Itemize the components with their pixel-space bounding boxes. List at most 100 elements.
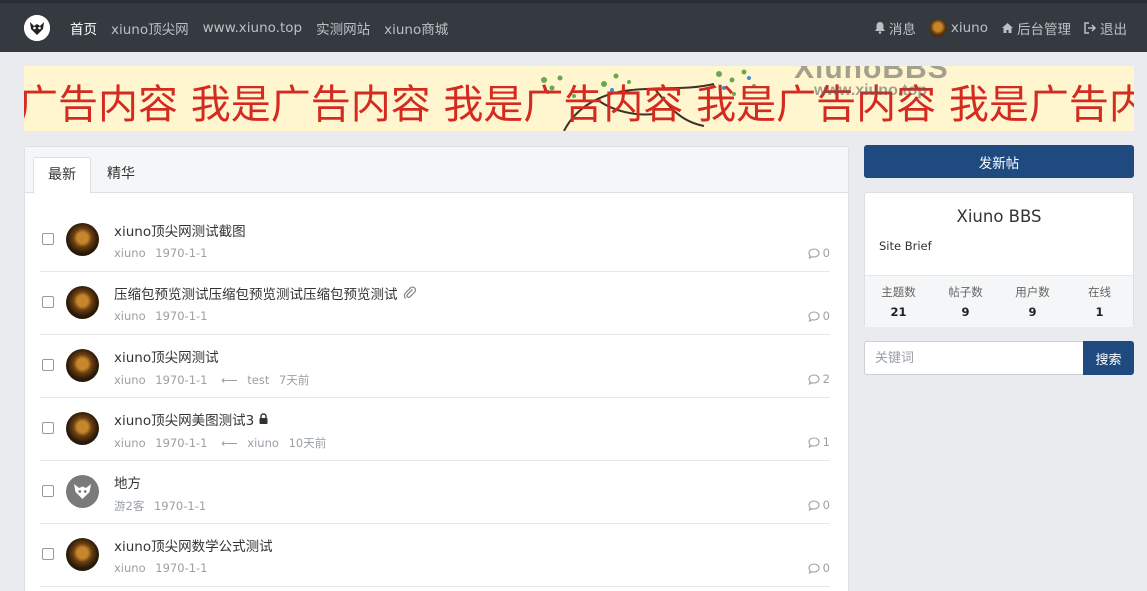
home-icon bbox=[1002, 22, 1013, 33]
avatar[interactable] bbox=[66, 223, 99, 256]
reply-count: 0 bbox=[808, 309, 830, 323]
thread-title[interactable]: xiuno顶尖网数学公式测试 bbox=[114, 535, 273, 555]
site-logo[interactable] bbox=[24, 15, 50, 41]
thread-checkbox[interactable] bbox=[42, 296, 54, 308]
thread-title[interactable]: xiuno顶尖网测试截图 bbox=[114, 220, 246, 240]
user-avatar bbox=[928, 18, 947, 37]
thread-date: 1970-1-1 bbox=[155, 309, 208, 323]
thread-row[interactable]: xiuno顶尖网美图测试3 xiuno 1970-1-1 ⟵ xiuno 10天… bbox=[40, 398, 830, 461]
thread-title[interactable]: 压缩包预览测试压缩包预览测试压缩包预览测试 bbox=[114, 283, 417, 303]
reply-count-value: 0 bbox=[822, 309, 830, 323]
stat-label: 主题数 bbox=[881, 285, 916, 299]
thread-date: 1970-1-1 bbox=[155, 246, 208, 260]
thread-author[interactable]: 游2客 bbox=[114, 499, 144, 513]
thread-row[interactable]: xiuno顶尖网测试截图 xiuno 1970-1-1 0 bbox=[40, 209, 830, 272]
last-reply-arrow-icon: ⟵ bbox=[221, 373, 238, 387]
thread-row[interactable]: xiuno顶尖网数学公式测试 xiuno 1970-1-1 0 bbox=[40, 524, 830, 587]
watermark-url: www.xiuno.top bbox=[814, 82, 928, 99]
ad-banner[interactable]: 我是广告内容 我是广告内容 我是广告内容 我是广告内容 我是广告内容 Xiuno… bbox=[24, 66, 1134, 131]
comment-icon bbox=[808, 247, 820, 259]
thread-list: xiuno顶尖网测试截图 xiuno 1970-1-1 0 压缩包预览测试压缩包… bbox=[40, 209, 830, 587]
thread-meta: xiuno 1970-1-1 bbox=[114, 309, 213, 323]
stat-users: 用户数 9 bbox=[999, 276, 1066, 327]
nav-admin[interactable]: 后台管理 bbox=[1001, 18, 1071, 38]
last-reply-time: 7天前 bbox=[279, 373, 310, 387]
thread-title[interactable]: xiuno顶尖网美图测试3 bbox=[114, 409, 269, 429]
tab-digest[interactable]: 精华 bbox=[93, 157, 149, 194]
nav-link-www-xiuno-top[interactable]: www.xiuno.top bbox=[203, 20, 302, 36]
thread-author[interactable]: xiuno bbox=[114, 246, 146, 260]
avatar[interactable] bbox=[66, 412, 99, 445]
stat-value: 21 bbox=[890, 305, 907, 319]
stat-label: 在线 bbox=[1088, 285, 1111, 299]
thread-row[interactable]: xiuno顶尖网测试 xiuno 1970-1-1 ⟵ test 7天前 2 bbox=[40, 335, 830, 398]
reply-count-value: 1 bbox=[822, 435, 830, 449]
guest-avatar[interactable] bbox=[66, 475, 99, 508]
comment-icon bbox=[808, 499, 820, 511]
reply-count: 1 bbox=[808, 435, 830, 449]
thread-meta: xiuno 1970-1-1 bbox=[114, 246, 213, 260]
avatar[interactable] bbox=[66, 286, 99, 319]
thread-checkbox[interactable] bbox=[42, 359, 54, 371]
thread-title-text: 地方 bbox=[114, 476, 141, 492]
sign-out-icon bbox=[1084, 21, 1097, 34]
stat-value: 9 bbox=[961, 305, 970, 319]
comment-icon bbox=[808, 373, 820, 385]
nav-logout[interactable]: 退出 bbox=[1084, 18, 1127, 38]
thread-meta: xiuno 1970-1-1 ⟵ test 7天前 bbox=[114, 372, 315, 388]
thread-title-text: xiuno顶尖网测试截图 bbox=[114, 224, 246, 240]
thread-row[interactable]: 地方 游2客 1970-1-1 0 bbox=[40, 461, 830, 524]
site-name: Xiuno BBS bbox=[956, 207, 1042, 226]
thread-meta: xiuno 1970-1-1 bbox=[114, 561, 213, 575]
nav-user-links: 消息 xiuno 后台管理 退出 bbox=[861, 3, 1127, 52]
thread-author[interactable]: xiuno bbox=[114, 373, 146, 387]
thread-checkbox[interactable] bbox=[42, 548, 54, 560]
thread-title-text: xiuno顶尖网美图测试3 bbox=[114, 413, 255, 429]
nav-link-xiuno-mall[interactable]: xiuno商城 bbox=[384, 18, 448, 38]
nav-messages[interactable]: 消息 bbox=[874, 18, 916, 38]
thread-checkbox[interactable] bbox=[42, 485, 54, 497]
thread-title-text: xiuno顶尖网测试 bbox=[114, 350, 219, 366]
lock-icon bbox=[259, 413, 268, 424]
tab-latest[interactable]: 最新 bbox=[33, 157, 91, 194]
nav-logout-label: 退出 bbox=[1100, 21, 1127, 38]
thread-row[interactable]: 压缩包预览测试压缩包预览测试压缩包预览测试 xiuno 1970-1-1 0 bbox=[40, 272, 830, 335]
site-stats: 主题数 21 帖子数 9 用户数 9 在线 1 bbox=[865, 275, 1133, 327]
nav-link-xiuno-top[interactable]: xiuno顶尖网 bbox=[111, 18, 189, 38]
comment-icon bbox=[808, 436, 820, 448]
reply-count: 0 bbox=[808, 498, 830, 512]
thread-title[interactable]: 地方 bbox=[114, 472, 141, 492]
nav-link-home[interactable]: 首页 bbox=[70, 18, 97, 38]
bell-icon bbox=[874, 22, 885, 34]
site-brief: Site Brief bbox=[879, 239, 932, 253]
nav-user-profile[interactable]: xiuno bbox=[928, 18, 988, 37]
comment-icon bbox=[808, 310, 820, 322]
thread-date: 1970-1-1 bbox=[155, 373, 208, 387]
avatar[interactable] bbox=[66, 538, 99, 571]
site-info-card: Xiuno BBS Site Brief 主题数 21 帖子数 9 用户数 9 … bbox=[864, 192, 1134, 327]
thread-date: 1970-1-1 bbox=[155, 436, 208, 450]
thread-date: 1970-1-1 bbox=[155, 561, 208, 575]
thread-title[interactable]: xiuno顶尖网测试 bbox=[114, 346, 219, 366]
reply-count-value: 0 bbox=[822, 246, 830, 260]
thread-checkbox[interactable] bbox=[42, 422, 54, 434]
avatar[interactable] bbox=[66, 349, 99, 382]
thread-author[interactable]: xiuno bbox=[114, 309, 146, 323]
nav-link-test-site[interactable]: 实测网站 bbox=[316, 18, 370, 38]
paperclip-icon bbox=[403, 286, 416, 299]
new-thread-button[interactable]: 发新帖 bbox=[864, 145, 1134, 178]
last-reply-user[interactable]: xiuno bbox=[247, 436, 279, 450]
reply-count: 2 bbox=[808, 372, 830, 386]
last-reply-arrow-icon: ⟵ bbox=[221, 436, 238, 450]
thread-checkbox[interactable] bbox=[42, 233, 54, 245]
reply-count: 0 bbox=[808, 246, 830, 260]
search-button[interactable]: 搜索 bbox=[1083, 341, 1134, 375]
thread-meta: xiuno 1970-1-1 ⟵ xiuno 10天前 bbox=[114, 435, 332, 451]
stat-posts: 帖子数 9 bbox=[932, 276, 999, 327]
last-reply-user[interactable]: test bbox=[247, 373, 269, 387]
guest-avatar-icon bbox=[74, 484, 91, 499]
search-input[interactable] bbox=[864, 341, 1083, 375]
thread-author[interactable]: xiuno bbox=[114, 436, 146, 450]
thread-author[interactable]: xiuno bbox=[114, 561, 146, 575]
stat-value: 1 bbox=[1095, 305, 1104, 319]
